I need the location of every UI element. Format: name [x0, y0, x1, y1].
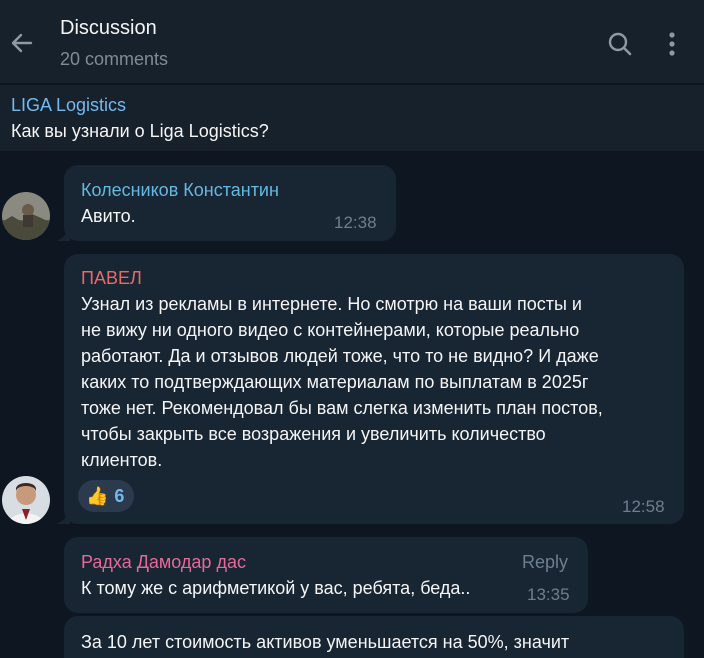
message-text-line: не вижу ни одного видео с контейнерами, … — [81, 320, 580, 340]
message-text-line: работают. Да и отзывов людей тоже, что т… — [81, 346, 599, 366]
message-text: К тому же с арифметикой у вас, ребята, б… — [81, 578, 471, 598]
bubble-tail — [56, 510, 70, 524]
reaction-thumbs-up[interactable]: 👍 6 — [78, 480, 135, 512]
more-options-button[interactable] — [656, 28, 688, 60]
post-text: Как вы узнали о Liga Logistics? — [11, 121, 269, 141]
reaction-count: 6 — [114, 485, 125, 506]
arrow-left-icon — [11, 33, 33, 53]
message-author[interactable]: Радха Дамодар дас — [81, 552, 246, 573]
back-button[interactable] — [6, 27, 38, 59]
post-author: LIGA Logistics — [11, 95, 127, 115]
search-icon — [608, 32, 632, 56]
header-title: Discussion — [60, 17, 157, 39]
reply-button[interactable]: Reply — [522, 552, 568, 573]
message-text-line: Узнал из рекламы в интернете. Но смотрю … — [81, 294, 582, 314]
vertical-dots-icon — [669, 32, 675, 56]
message-time: 12:38 — [334, 213, 377, 232]
message-text-line: каких то подтверждающих материалам по вы… — [81, 372, 589, 392]
avatar-photo-icon — [2, 476, 50, 524]
comments-count: 20 comments — [60, 49, 169, 69]
search-button[interactable] — [604, 28, 636, 60]
message-text: Авито. — [81, 206, 136, 226]
avatar[interactable] — [2, 192, 50, 240]
avatar[interactable] — [2, 476, 50, 524]
bubble-tail — [56, 227, 70, 241]
message-author[interactable]: Колесников Константин — [81, 180, 279, 201]
message-text-line: тоже нет. Рекомендовал бы вам слегка изм… — [81, 398, 603, 418]
message-text: За 10 лет стоимость активов уменьшается … — [81, 632, 570, 652]
message-time: 12:58 — [622, 497, 665, 516]
message-text-line: чтобы закрыть все возражения и увеличить… — [81, 424, 546, 444]
message-author[interactable]: ПАВЕЛ — [81, 268, 142, 289]
chat-header — [0, 0, 704, 84]
message-time: 13:35 — [527, 585, 570, 604]
message-text-line: клиентов. — [81, 450, 163, 470]
avatar-photo-icon — [2, 192, 50, 240]
thumbs-up-icon: 👍 — [86, 485, 109, 506]
